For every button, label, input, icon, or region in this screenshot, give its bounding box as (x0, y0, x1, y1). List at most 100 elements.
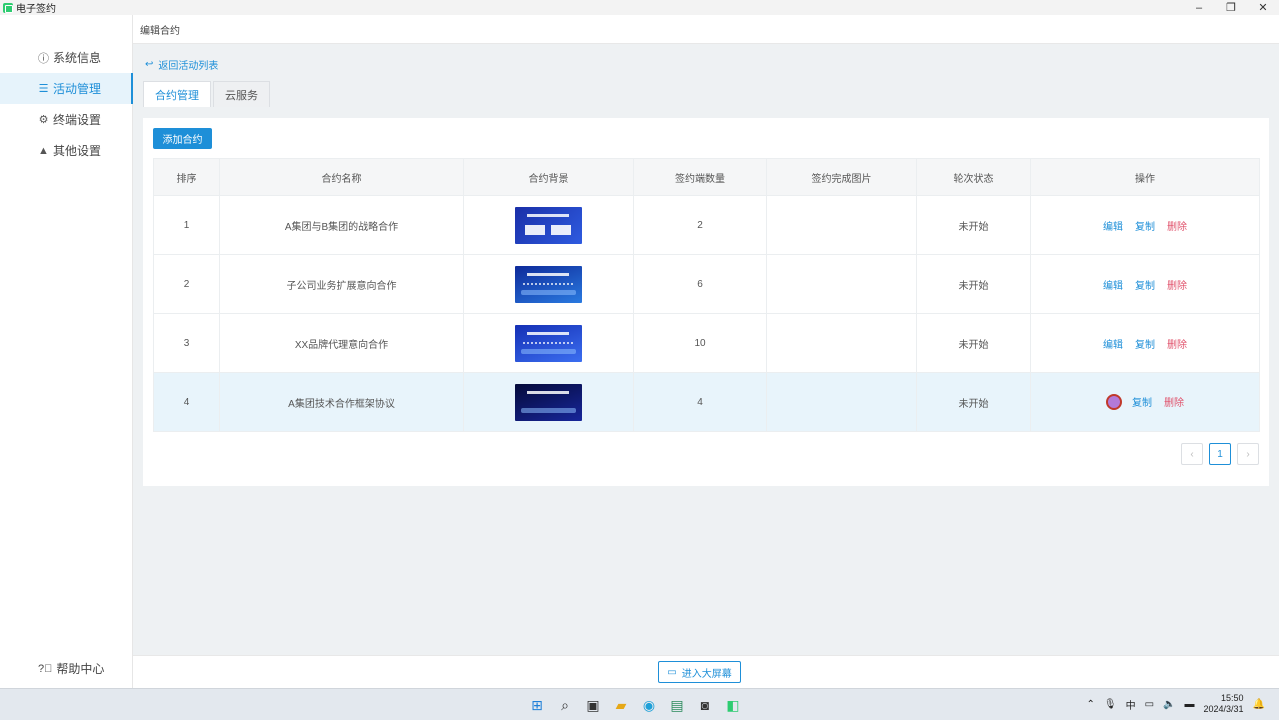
clock-time: 15:50 (1221, 693, 1244, 703)
volume-icon[interactable]: 🔈 (1163, 699, 1175, 710)
add-contract-button[interactable]: 添加合约 (153, 128, 212, 149)
system-tray: ⌃ 🎙 中 ▭ 🔈 ▬ 15:50 2024/3/31 🔔 (1087, 693, 1266, 715)
tab-contract-management[interactable]: 合约管理 (143, 81, 211, 107)
background-cell (463, 372, 634, 432)
background-cell (463, 254, 634, 314)
window-controls: – ❐ ✕ (1183, 0, 1279, 15)
count-cell: 10 (633, 313, 767, 373)
delete-button[interactable]: 删除 (1167, 336, 1187, 351)
column-header: 操作 (1030, 158, 1260, 196)
chevron-up-icon[interactable]: ⌃ (1087, 699, 1095, 710)
contract-table: 排序 合约名称 合约背景 签约端数量 签约完成图片 轮次状态 操作 1 A集团与… (153, 158, 1260, 432)
search-icon[interactable]: ⌕ (554, 694, 576, 716)
actions-cell: 编辑 复制 删除 (1030, 254, 1260, 314)
battery-icon[interactable]: ▬ (1185, 699, 1195, 710)
ime-indicator[interactable]: 中 (1126, 697, 1136, 712)
background-thumbnail[interactable] (515, 383, 582, 421)
order-cell: 3 (153, 313, 220, 373)
actions-cell: 复制 删除 (1030, 372, 1260, 432)
microphone-icon[interactable]: 🎙 (1104, 699, 1117, 710)
status-cell: 未开始 (916, 313, 1031, 373)
camera-app-icon[interactable]: ◙ (694, 694, 716, 716)
table-row: 2 子公司业务扩展意向合作 6 未开始 编辑 复制 删除 (153, 254, 1260, 314)
background-thumbnail[interactable] (515, 324, 582, 362)
count-cell: 6 (633, 254, 767, 314)
notepad-icon[interactable]: ▤ (666, 694, 688, 716)
name-cell: 子公司业务扩展意向合作 (219, 254, 464, 314)
notification-icon[interactable]: 🔔 (1253, 699, 1265, 710)
gear-icon: ⚙ (38, 114, 49, 126)
count-cell: 4 (633, 372, 767, 432)
minimize-icon[interactable]: – (1183, 0, 1215, 15)
background-thumbnail[interactable] (515, 265, 582, 303)
image-cell (766, 372, 917, 432)
title-bar: 电子签约 – ❐ ✕ (0, 0, 1279, 15)
file-explorer-icon[interactable]: ▰ (610, 694, 632, 716)
close-icon[interactable]: ✕ (1247, 0, 1279, 15)
taskbar-apps: ⊞ ⌕ ▣ ▰ ◉ ▤ ◙ ◧ (526, 694, 744, 716)
prev-page-icon[interactable]: ‹ (1181, 443, 1203, 465)
column-header: 签约完成图片 (766, 158, 917, 196)
delete-button[interactable]: 删除 (1164, 394, 1184, 410)
status-cell: 未开始 (916, 195, 1031, 255)
actions-cell: 编辑 复制 删除 (1030, 195, 1260, 255)
edge-browser-icon[interactable]: ◉ (638, 694, 660, 716)
clock[interactable]: 15:50 2024/3/31 (1204, 693, 1244, 715)
image-cell (766, 195, 917, 255)
help-label: 帮助中心 (56, 662, 105, 676)
back-link[interactable]: ↩ 返回活动列表 (145, 57, 218, 72)
table-row: 3 XX品牌代理意向合作 10 未开始 编辑 复制 删除 (153, 313, 1260, 373)
window-title: 电子签约 (16, 4, 56, 15)
restore-icon[interactable]: ❐ (1215, 0, 1247, 15)
sidebar-item-label: 其他设置 (53, 144, 102, 158)
sidebar-item-label: 系统信息 (53, 51, 102, 65)
sidebar-item-system-info[interactable]: ⓘ 系统信息 (0, 42, 133, 73)
edit-button[interactable]: 编辑 (1103, 336, 1123, 351)
page-number[interactable]: 1 (1209, 443, 1231, 465)
actions-cell: 编辑 复制 删除 (1030, 313, 1260, 373)
delete-button[interactable]: 删除 (1167, 277, 1187, 292)
sidebar: ⓘ 系统信息 ☰ 活动管理 ⚙ 终端设置 ▲ 其他设置 (0, 15, 133, 688)
copy-button[interactable]: 复制 (1135, 277, 1155, 292)
network-icon[interactable]: ▭ (1145, 699, 1154, 710)
task-view-icon[interactable]: ▣ (582, 694, 604, 716)
delete-button[interactable]: 删除 (1167, 218, 1187, 233)
return-icon: ↩ (145, 59, 154, 70)
copy-button[interactable]: 复制 (1135, 336, 1155, 351)
order-cell: 4 (153, 372, 220, 432)
sidebar-item-activity[interactable]: ☰ 活动管理 (0, 73, 133, 104)
copy-button[interactable]: 复制 (1135, 218, 1155, 233)
order-cell: 1 (153, 195, 220, 255)
copy-button[interactable]: 复制 (1132, 394, 1152, 410)
warning-icon: ▲ (38, 144, 49, 157)
sidebar-item-terminal[interactable]: ⚙ 终端设置 (0, 104, 133, 135)
table-row: 4 A集团技术合作框架协议 4 未开始 复制 删除 (153, 372, 1260, 432)
background-thumbnail[interactable] (515, 206, 582, 244)
contract-panel: 添加合约 排序 合约名称 合约背景 签约端数量 签约完成图片 轮次状态 操作 1… (143, 118, 1269, 486)
column-header: 合约背景 (463, 158, 634, 196)
status-cell: 未开始 (916, 254, 1031, 314)
name-cell: XX品牌代理意向合作 (219, 313, 464, 373)
windows-start-icon[interactable]: ⊞ (526, 694, 548, 716)
edit-button[interactable]: 编辑 (1103, 277, 1123, 292)
image-cell (766, 313, 917, 373)
next-page-icon[interactable]: › (1237, 443, 1259, 465)
bottom-bar: ▭ 进入大屏幕 (133, 655, 1279, 688)
tabs: 合约管理 云服务 (143, 81, 272, 107)
name-cell: A集团技术合作框架协议 (219, 372, 464, 432)
sidebar-item-label: 终端设置 (53, 113, 102, 127)
page-header: 编辑合约 (133, 15, 1279, 44)
taskbar: ⊞ ⌕ ▣ ▰ ◉ ▤ ◙ ◧ ⌃ 🎙 中 ▭ 🔈 ▬ 15:50 2024/3… (0, 688, 1279, 720)
back-link-label: 返回活动列表 (158, 61, 219, 72)
edit-button[interactable]: 编辑 (1103, 218, 1123, 233)
esign-app-icon[interactable]: ◧ (722, 694, 744, 716)
enter-bigscreen-button[interactable]: ▭ 进入大屏幕 (658, 661, 741, 683)
app-icon (3, 2, 13, 13)
table-row: 1 A集团与B集团的战略合作 2 未开始 编辑 复制 删除 (153, 195, 1260, 255)
pagination: ‹ 1 › (1181, 443, 1259, 465)
sidebar-item-other[interactable]: ▲ 其他设置 (0, 135, 133, 166)
page-title: 编辑合约 (140, 25, 180, 37)
info-icon: ⓘ (38, 52, 49, 65)
help-center-link[interactable]: ?⃝ 帮助中心 (38, 660, 104, 677)
tab-cloud-service[interactable]: 云服务 (213, 81, 270, 107)
